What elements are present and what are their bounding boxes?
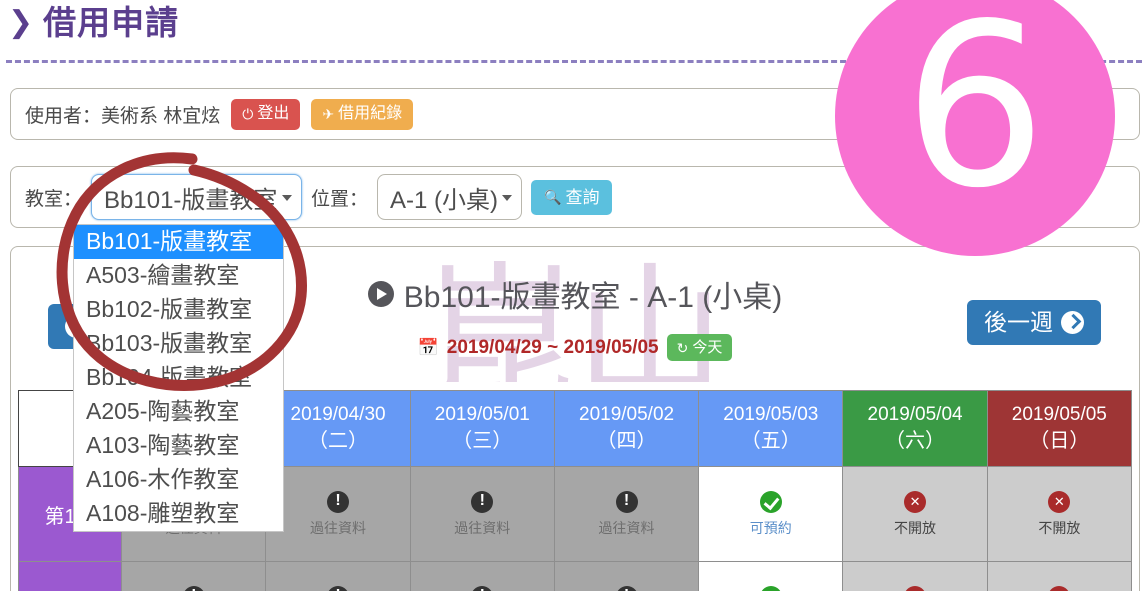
chevron-right-icon: ❯ — [8, 5, 34, 39]
slot-status-label: 不開放 — [1038, 519, 1081, 536]
day-of-week: （六） — [885, 429, 946, 452]
next-week-button-label: 後一週 — [984, 309, 1053, 335]
slot-status-label: 過往資料 — [454, 519, 511, 536]
day-date: 2019/05/03 — [723, 404, 819, 426]
day-of-week: （五） — [740, 429, 801, 452]
room-option-2[interactable]: Bb102-版畫教室 — [74, 293, 283, 327]
day-of-week: （三） — [452, 429, 513, 452]
chevron-down-icon — [282, 195, 293, 201]
day-date: 2019/04/30 — [290, 404, 386, 426]
schedule-day-header-6: 2019/05/05 （日） — [986, 390, 1133, 467]
room-option-0[interactable]: Bb101-版畫教室 — [74, 225, 283, 259]
slot-cell-r0-c6: 不開放 — [986, 466, 1133, 562]
today-button[interactable]: ↻ 今天 — [666, 334, 733, 361]
circle-arrow-right-icon — [1061, 311, 1084, 334]
room-select-label: 教室： — [25, 188, 83, 210]
calendar-icon: 📅 — [417, 337, 439, 357]
play-circle-icon — [367, 281, 394, 307]
times-circle-icon — [904, 585, 927, 591]
schedule-day-header-4: 2019/05/03 （五） — [698, 390, 844, 467]
location-select-value: A-1 (小桌) — [390, 186, 499, 214]
logout-button[interactable]: ⏻ 登出 — [231, 98, 301, 130]
slot-cell-r0-c4[interactable]: 可預約 — [698, 466, 844, 562]
room-option-5[interactable]: A205-陶藝教室 — [74, 395, 283, 429]
page-title: 借用申請 — [43, 4, 180, 41]
chevron-down-icon — [502, 195, 513, 201]
period-label-1: 第2節 — [17, 561, 123, 591]
user-name-label: 使用者：美術系 林宜炫 — [25, 105, 221, 127]
slot-cell-r0-c5: 不開放 — [842, 466, 988, 562]
times-circle-icon — [904, 490, 927, 513]
slot-cell-r0-c2: 過往資料 — [409, 466, 555, 562]
page-root: ❯ 借用申請 使用者：美術系 林宜炫 ⏻ 登出 ✈ 借用紀錄 教室： Bb101… — [0, 0, 1148, 591]
logout-button-label: 登出 — [257, 104, 290, 122]
filter-panel: 教室： Bb101-版畫教室 位置： A-1 (小桌) 🔍 查詢 — [10, 166, 1140, 228]
schedule-row: 第2節過往資料過往資料過往資料過往資料可預約不開放不開放 — [17, 561, 1133, 591]
schedule-day-header-1: 2019/04/30 （二） — [265, 390, 411, 467]
today-button-label: 今天 — [692, 339, 723, 356]
slot-status-label: 可預約 — [749, 519, 792, 536]
slot-cell-r0-c1: 過往資料 — [265, 466, 411, 562]
header-divider — [6, 60, 1142, 63]
user-info-panel: 使用者：美術系 林宜炫 ⏻ 登出 ✈ 借用紀錄 — [10, 88, 1140, 140]
slot-cell-r1-c5: 不開放 — [842, 561, 988, 591]
slot-cell-r1-c1: 過往資料 — [265, 561, 411, 591]
location-select-label: 位置： — [311, 188, 369, 210]
day-date: 2019/05/01 — [434, 404, 530, 426]
location-select[interactable]: A-1 (小桌) — [377, 174, 523, 220]
check-circle-icon — [759, 585, 782, 591]
schedule-day-header-2: 2019/05/01 （三） — [409, 390, 555, 467]
room-select-dropdown[interactable]: Bb101-版畫教室 A503-繪畫教室 Bb102-版畫教室 Bb103-版畫教室 B… — [73, 224, 284, 532]
day-of-week: （日） — [1029, 429, 1090, 452]
borrow-record-button[interactable]: ✈ 借用紀錄 — [311, 98, 414, 130]
slot-status-label: 不開放 — [894, 519, 937, 536]
paper-plane-icon: ✈ — [322, 105, 335, 122]
refresh-icon: ↻ — [676, 339, 689, 356]
search-icon: 🔍 — [544, 189, 562, 205]
calendar-date-range-text: 2019/04/29 ~ 2019/05/05 — [446, 336, 659, 358]
slot-cell-r1-c3: 過往資料 — [553, 561, 700, 591]
times-circle-icon — [1048, 490, 1071, 513]
exclamation-circle-icon — [471, 585, 494, 591]
exclamation-circle-icon — [615, 585, 638, 591]
exclamation-circle-icon — [471, 490, 494, 513]
slot-cell-r1-c2: 過往資料 — [409, 561, 555, 591]
query-button-label: 查詢 — [565, 187, 600, 207]
schedule-day-header-3: 2019/05/02 （四） — [553, 390, 700, 467]
next-week-button[interactable]: 後一週 — [967, 300, 1101, 345]
room-select-value: Bb101-版畫教室 — [104, 186, 278, 214]
room-option-4[interactable]: Bb104-版畫教室 — [74, 361, 283, 395]
schedule-day-header-5: 2019/05/04 （六） — [842, 390, 988, 467]
room-option-3[interactable]: Bb103-版畫教室 — [74, 327, 283, 361]
day-of-week: （二） — [308, 429, 369, 452]
room-option-6[interactable]: A103-陶藝教室 — [74, 429, 283, 463]
day-of-week: （四） — [596, 429, 657, 452]
slot-cell-r0-c3: 過往資料 — [553, 466, 700, 562]
slot-status-label: 過往資料 — [310, 519, 367, 536]
room-option-8[interactable]: A108-雕塑教室 — [74, 497, 283, 531]
query-button[interactable]: 🔍 查詢 — [531, 179, 613, 215]
exclamation-circle-icon — [327, 490, 350, 513]
day-date: 2019/05/02 — [579, 404, 675, 426]
slot-cell-r1-c6: 不開放 — [986, 561, 1133, 591]
room-option-1[interactable]: A503-繪畫教室 — [74, 259, 283, 293]
slot-cell-r1-c4[interactable]: 可預約 — [698, 561, 844, 591]
page-header: ❯ 借用申請 — [8, 6, 179, 39]
borrow-record-button-label: 借用紀錄 — [338, 104, 403, 122]
room-option-7[interactable]: A106-木作教室 — [74, 463, 283, 497]
slot-status-label: 過往資料 — [598, 519, 655, 536]
day-date: 2019/05/05 — [1011, 404, 1107, 426]
exclamation-circle-icon — [182, 585, 205, 591]
power-icon: ⏻ — [242, 105, 254, 122]
times-circle-icon — [1048, 585, 1071, 591]
exclamation-circle-icon — [615, 490, 638, 513]
day-date: 2019/05/04 — [867, 404, 963, 426]
exclamation-circle-icon — [327, 585, 350, 591]
slot-cell-r1-c0: 過往資料 — [121, 561, 267, 591]
room-select[interactable]: Bb101-版畫教室 — [91, 174, 303, 220]
calendar-title-text: Bb101-版畫教室 - A-1 (小桌) — [403, 281, 783, 314]
check-circle-icon — [759, 490, 782, 513]
